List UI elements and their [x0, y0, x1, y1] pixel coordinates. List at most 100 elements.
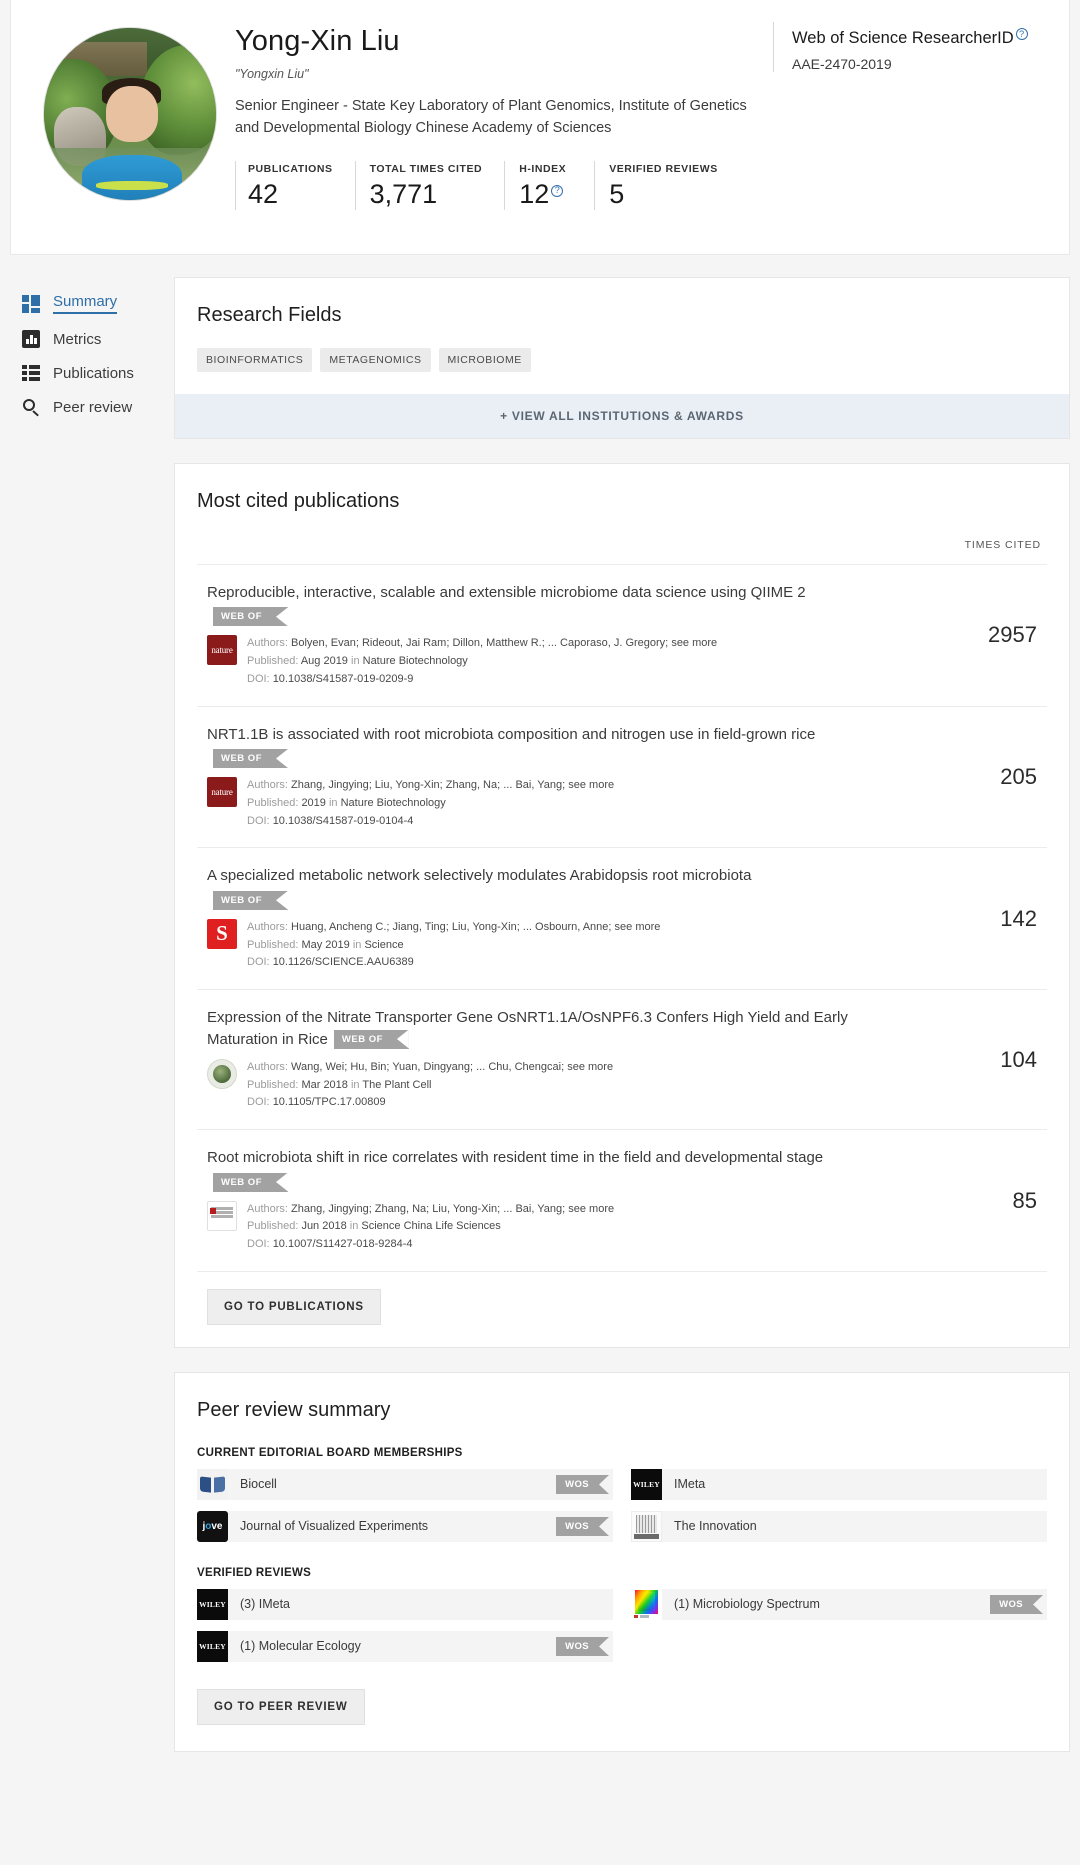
journal-logo-icon: nature — [207, 777, 237, 808]
most-cited-publications-card: Most cited publications TIMES CITED Repr… — [174, 463, 1070, 1348]
authors-value: Wang, Wei; Hu, Bin; Yuan, Dingyang; ... … — [291, 1060, 565, 1073]
authors-value: Bolyen, Evan; Rideout, Jai Ram; Dillon, … — [291, 637, 669, 650]
wos-badge: WOS — [990, 1594, 1043, 1614]
wos-badge: WOS — [556, 1636, 609, 1656]
sidebar-item-publications[interactable]: Publications — [10, 356, 165, 390]
publication-meta: Authors: Zhang, Jingying; Zhang, Na; Liu… — [247, 1201, 614, 1254]
doi-label: DOI: — [247, 814, 270, 827]
in-label: in — [352, 938, 362, 951]
table-row: Expression of the Nitrate Transporter Ge… — [197, 989, 1047, 1129]
wos-badge: WOS — [556, 1474, 609, 1494]
list-item[interactable]: WILEY (3) IMeta — [197, 1588, 613, 1620]
metric-publications: PUBLICATIONS 42 — [235, 161, 355, 211]
avatar-wrapper — [37, 22, 223, 200]
published-date: Aug 2019 — [300, 655, 348, 668]
view-all-institutions-awards-button[interactable]: + VIEW ALL INSTITUTIONS & AWARDS — [175, 394, 1069, 438]
list-item[interactable]: The Innovation — [631, 1510, 1047, 1542]
authors-label: Authors: — [247, 637, 288, 650]
see-more-link[interactable]: see more — [671, 637, 717, 649]
published-label: Published: — [247, 938, 299, 951]
see-more-link[interactable]: see more — [615, 921, 661, 933]
publication-title[interactable]: Expression of the Nitrate Transporter Ge… — [207, 1009, 848, 1047]
publication-title[interactable]: Reproducible, interactive, scalable and … — [207, 584, 806, 601]
table-row: NRT1.1B is associated with root microbio… — [197, 705, 1047, 848]
sidebar-item-label: Metrics — [53, 330, 102, 348]
profile-alt-name: "Yongxin Liu" — [235, 66, 309, 81]
metric-value: 3,771 — [369, 179, 438, 210]
publication-title[interactable]: Root microbiota shift in rice correlates… — [207, 1149, 823, 1166]
journal-name: (1) Molecular Ecology — [228, 1639, 557, 1654]
publication-details: A specialized metabolic network selectiv… — [207, 865, 933, 972]
doi-value[interactable]: 10.1038/S41587-019-0104-4 — [273, 815, 414, 827]
help-icon[interactable]: ? — [551, 184, 564, 197]
journal-logo-icon — [207, 1058, 237, 1089]
researcher-id-label: Web of Science ResearcherID — [792, 29, 1014, 47]
times-cited-value[interactable]: 205 — [933, 724, 1043, 831]
go-to-peer-review-button[interactable]: GO TO PEER REVIEW — [197, 1688, 365, 1725]
list-item[interactable]: (1) Microbiology Spectrum WOS — [631, 1588, 1047, 1620]
times-cited-value[interactable]: 142 — [933, 865, 1043, 972]
authors-label: Authors: — [247, 920, 288, 933]
go-to-publications-button[interactable]: GO TO PUBLICATIONS — [207, 1288, 381, 1325]
times-cited-value[interactable]: 2957 — [933, 582, 1043, 689]
wos-badge: WOS — [556, 1516, 609, 1536]
search-icon — [22, 398, 40, 417]
profile-affiliation: Senior Engineer - State Key Laboratory o… — [235, 97, 747, 136]
metric-total-times-cited: TOTAL TIMES CITED 3,771 — [354, 161, 505, 211]
see-more-link[interactable]: see more — [567, 1061, 613, 1073]
peer-review-summary-card: Peer review summary CURRENT EDITORIAL BO… — [174, 1371, 1070, 1752]
publication-title[interactable]: A specialized metabolic network selectiv… — [207, 867, 751, 884]
doi-value[interactable]: 10.1038/S41587-019-0209-9 — [273, 673, 414, 685]
researcher-id-title: Web of Science ResearcherID? — [792, 28, 1043, 49]
help-icon[interactable]: ? — [1015, 28, 1028, 40]
times-cited-value[interactable]: 85 — [933, 1147, 1043, 1254]
metric-verified-reviews: VERIFIED REVIEWS 5 — [594, 161, 740, 211]
journal-name: Nature Biotechnology — [362, 655, 468, 668]
metric-number: 12 — [519, 179, 550, 210]
main-content: Research Fields BIOINFORMATICS METAGENOM… — [165, 277, 1070, 1776]
web-of-science-badge: WEB OF — [213, 749, 288, 769]
research-field-chip-list: BIOINFORMATICS METAGENOMICS MICROBIOME — [197, 348, 1047, 394]
web-of-science-badge: WEB OF — [213, 607, 288, 627]
editorial-board-list: Biocell WOS WILEY IMeta jove Journal of … — [197, 1468, 1047, 1542]
page-title: Yong-Xin Liu — [235, 25, 400, 57]
authors-value: Zhang, Jingying; Zhang, Na; Liu, Yong-Xi… — [291, 1202, 566, 1215]
journal-name: Journal of Visualized Experiments — [228, 1519, 557, 1534]
doi-label: DOI: — [247, 1096, 270, 1109]
sidebar-item-summary[interactable]: Summary — [10, 285, 165, 322]
research-field-chip[interactable]: BIOINFORMATICS — [197, 348, 313, 372]
see-more-link[interactable]: see more — [568, 1203, 614, 1215]
doi-value[interactable]: 10.1007/S11427-018-9284-4 — [273, 1238, 413, 1250]
times-cited-column-header: TIMES CITED — [964, 539, 1041, 551]
doi-value[interactable]: 10.1126/SCIENCE.AAU6389 — [273, 956, 414, 968]
publication-meta: Authors: Bolyen, Evan; Rideout, Jai Ram;… — [247, 635, 717, 688]
list-item[interactable]: jove Journal of Visualized Experiments W… — [197, 1510, 613, 1542]
profile-header-card: Yong-Xin Liu "Yongxin Liu" Senior Engine… — [10, 0, 1070, 255]
times-cited-value[interactable]: 104 — [933, 1007, 1043, 1112]
see-more-link[interactable]: see more — [568, 779, 614, 791]
publication-details: Reproducible, interactive, scalable and … — [207, 582, 933, 689]
doi-label: DOI: — [247, 1238, 270, 1251]
sidebar-item-metrics[interactable]: Metrics — [10, 322, 165, 356]
list-item[interactable]: WILEY (1) Molecular Ecology WOS — [197, 1630, 613, 1662]
metric-value: 5 — [609, 179, 625, 210]
journal-logo-icon: nature — [207, 635, 237, 666]
journal-name: Biocell — [228, 1477, 557, 1492]
metrics-row: PUBLICATIONS 42 TOTAL TIMES CITED 3,771 … — [235, 161, 773, 211]
list-item[interactable]: Biocell WOS — [197, 1468, 613, 1500]
authors-value: Zhang, Jingying; Liu, Yong-Xin; Zhang, N… — [291, 779, 566, 792]
list-item-body: (3) IMeta — [228, 1588, 613, 1620]
publication-title[interactable]: NRT1.1B is associated with root microbio… — [207, 726, 815, 743]
in-label: in — [351, 655, 360, 668]
research-field-chip[interactable]: MICROBIOME — [438, 348, 531, 372]
published-label: Published: — [247, 1078, 299, 1091]
metric-value: 42 — [248, 179, 279, 210]
research-field-chip[interactable]: METAGENOMICS — [320, 348, 431, 372]
sidebar-item-peer-review[interactable]: Peer review — [10, 390, 165, 424]
journal-name: IMeta — [662, 1477, 1047, 1492]
publication-details: Expression of the Nitrate Transporter Ge… — [207, 1007, 933, 1112]
doi-value[interactable]: 10.1105/TPC.17.00809 — [273, 1096, 386, 1108]
metric-label: TOTAL TIMES CITED — [369, 163, 483, 176]
journal-logo-icon — [197, 1468, 228, 1500]
list-item[interactable]: WILEY IMeta — [631, 1468, 1047, 1500]
